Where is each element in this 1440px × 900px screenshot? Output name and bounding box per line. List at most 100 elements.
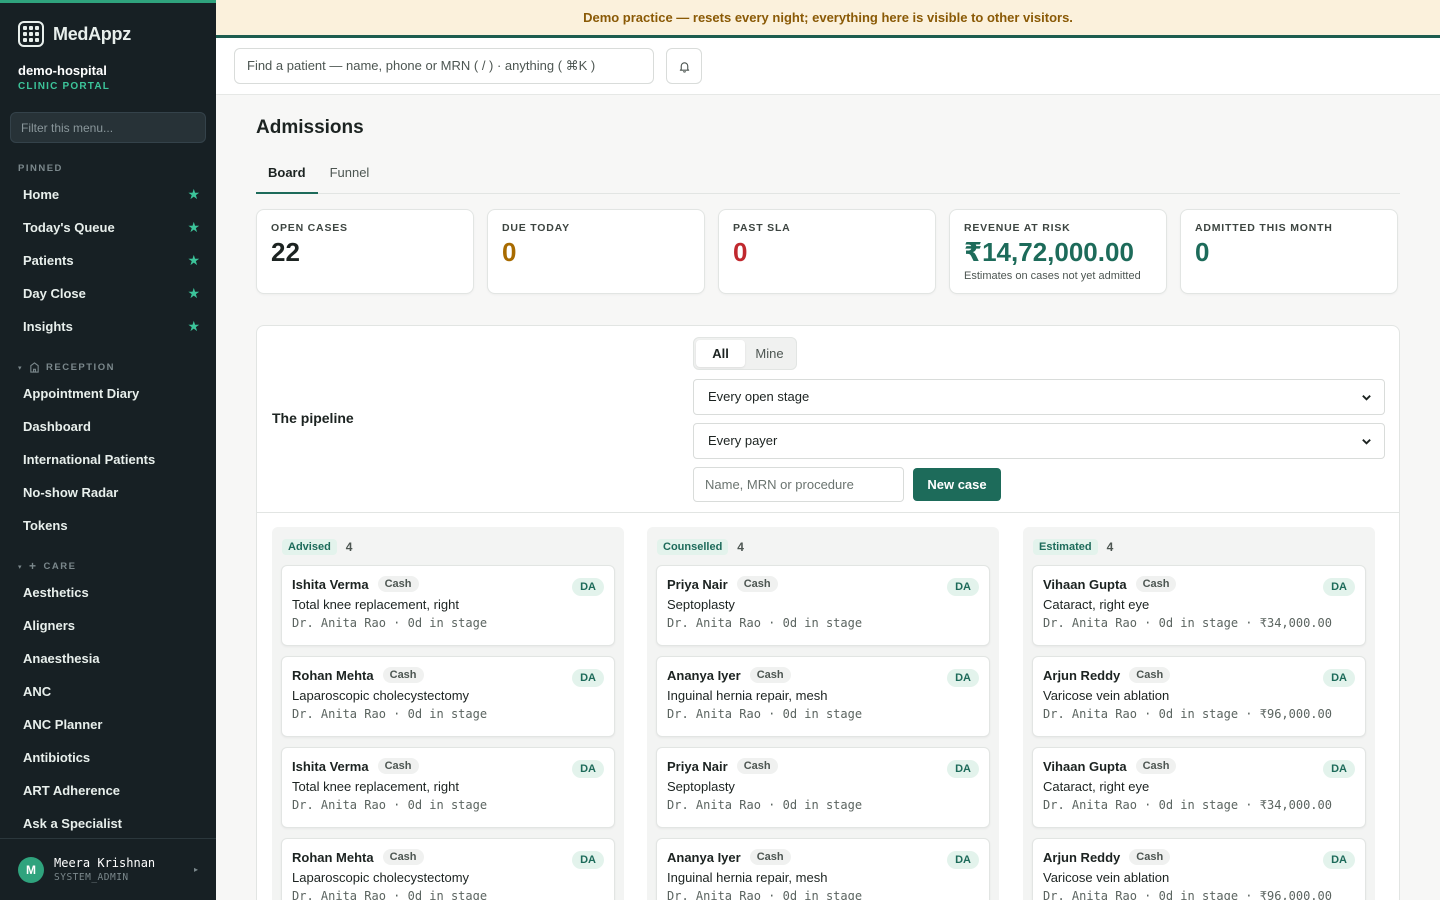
sidebar-item-todays-queue[interactable]: Today's Queue ★ <box>0 211 216 244</box>
case-meta: Dr. Anita Rao · 0d in stage <box>292 798 488 812</box>
stats-row: OPEN CASES 22 DUE TODAY 0 PAST SLA 0 REV… <box>256 209 1400 294</box>
case-card[interactable]: Priya Nair Cash DA Septoplasty Dr. Anita … <box>656 565 990 646</box>
nav-label: Day Close <box>23 286 86 301</box>
sidebar-item-day-close[interactable]: Day Close ★ <box>0 277 216 310</box>
payer-badge: Cash <box>377 576 419 592</box>
stat-value: ₹14,72,000.00 <box>964 237 1134 267</box>
procedure: Cataract, right eye <box>1043 597 1150 612</box>
scope-mine-button[interactable]: Mine <box>745 340 794 367</box>
star-icon[interactable]: ★ <box>187 186 200 203</box>
nav-label: Today's Queue <box>23 220 115 235</box>
case-card[interactable]: Rohan Mehta Cash DA Laparoscopic cholecys… <box>281 838 615 900</box>
payer-badge: Cash <box>377 758 419 774</box>
sidebar-item-insights[interactable]: Insights ★ <box>0 310 216 343</box>
reception-nav: Appointment Diary Dashboard Internationa… <box>0 377 216 542</box>
case-card[interactable]: Arjun Reddy Cash DA Varicose vein ablatio… <box>1032 656 1366 737</box>
sidebar-item-appointment-diary[interactable]: Appointment Diary <box>0 377 216 410</box>
user-menu[interactable]: M Meera Krishnan SYSTEM_ADMIN ▸ <box>0 838 216 900</box>
patient-search-input[interactable]: Find a patient — name, phone or MRN ( / … <box>234 48 654 84</box>
sidebar-item-dashboard[interactable]: Dashboard <box>0 410 216 443</box>
stage-label: Advised <box>282 539 337 555</box>
procedure: Septoplasty <box>667 779 735 794</box>
care-section-toggle[interactable]: ▾ + CARE <box>0 559 216 573</box>
notifications-button[interactable] <box>666 48 702 84</box>
star-icon[interactable]: ★ <box>187 252 200 269</box>
case-card[interactable]: Ananya Iyer Cash DA Inguinal hernia repai… <box>656 656 990 737</box>
owner-badge: DA <box>572 760 604 778</box>
case-card[interactable]: Ananya Iyer Cash DA Inguinal hernia repai… <box>656 838 990 900</box>
payer-badge: Cash <box>1129 849 1171 865</box>
sidebar-item-anc[interactable]: ANC <box>0 675 216 708</box>
case-card[interactable]: Ishita Verma Cash DA Total knee replaceme… <box>281 565 615 646</box>
payer-select[interactable]: Every payer <box>693 423 1385 459</box>
brand[interactable]: MedAppz <box>0 3 216 51</box>
case-card[interactable]: Vihaan Gupta Cash DA Cataract, right eye … <box>1032 565 1366 646</box>
pinned-nav: Home ★ Today's Queue ★ Patients ★ Day Close… <box>0 178 216 343</box>
procedure: Total knee replacement, right <box>292 779 459 794</box>
stat-due-today: DUE TODAY 0 <box>487 209 705 294</box>
case-meta: Dr. Anita Rao · 0d in stage <box>667 798 863 812</box>
tab-board[interactable]: Board <box>256 161 318 194</box>
stage-column-counselled: Counselled 4 Priya Nair Cash DA Septoplas… <box>647 527 999 900</box>
scope-toggle: All Mine <box>693 337 797 370</box>
sidebar-item-home[interactable]: Home ★ <box>0 178 216 211</box>
patient-name: Ananya Iyer <box>667 667 741 683</box>
patient-name: Ananya Iyer <box>667 849 741 865</box>
patient-name: Vihaan Gupta <box>1043 576 1127 592</box>
procedure: Varicose vein ablation <box>1043 688 1170 703</box>
sidebar-item-international-patients[interactable]: International Patients <box>0 443 216 476</box>
sidebar-item-antibiotics[interactable]: Antibiotics <box>0 741 216 774</box>
case-meta: Dr. Anita Rao · 0d in stage <box>667 889 863 900</box>
star-icon[interactable]: ★ <box>187 318 200 335</box>
owner-badge: DA <box>572 851 604 869</box>
owner-badge: DA <box>572 578 604 596</box>
scope-all-button[interactable]: All <box>696 340 745 367</box>
stat-label: DUE TODAY <box>502 222 570 234</box>
sidebar-item-anc-planner[interactable]: ANC Planner <box>0 708 216 741</box>
new-case-button[interactable]: New case <box>913 468 1001 501</box>
stat-label: ADMITTED THIS MONTH <box>1195 222 1333 234</box>
user-info: Meera Krishnan SYSTEM_ADMIN <box>54 856 155 883</box>
stage-select-value: Every open stage <box>708 389 810 404</box>
pipeline-panel: The pipeline All Mine Every open stage E… <box>256 325 1400 900</box>
stage-select[interactable]: Every open stage <box>693 379 1385 415</box>
case-search-input[interactable]: Name, MRN or procedure <box>693 467 904 502</box>
stage-column-estimated: Estimated 4 Vihaan Gupta Cash DA Cataract… <box>1023 527 1375 900</box>
sidebar-item-tokens[interactable]: Tokens <box>0 509 216 542</box>
case-card[interactable]: Ishita Verma Cash DA Total knee replaceme… <box>281 747 615 828</box>
nav-label: ANC Planner <box>23 717 103 732</box>
reception-section-toggle[interactable]: ▾ RECEPTION <box>0 362 216 373</box>
star-icon[interactable]: ★ <box>187 219 200 236</box>
stage-count: 4 <box>737 540 744 554</box>
owner-badge: DA <box>947 851 979 869</box>
case-card[interactable]: Vihaan Gupta Cash DA Cataract, right eye … <box>1032 747 1366 828</box>
patient-name: Priya Nair <box>667 758 728 774</box>
payer-badge: Cash <box>382 667 424 683</box>
user-name: Meera Krishnan <box>54 856 156 870</box>
case-card[interactable]: Rohan Mehta Cash DA Laparoscopic cholecys… <box>281 656 615 737</box>
sidebar-item-anaesthesia[interactable]: Anaesthesia <box>0 642 216 675</box>
sidebar-item-aligners[interactable]: Aligners <box>0 609 216 642</box>
demo-banner-text: Demo practice — resets every night; ever… <box>583 10 1073 25</box>
nav-label: Ask a Specialist <box>23 816 122 831</box>
sidebar-item-art-adherence[interactable]: ART Adherence <box>0 774 216 807</box>
sidebar-item-aesthetics[interactable]: Aesthetics <box>0 576 216 609</box>
sidebar-item-patients[interactable]: Patients ★ <box>0 244 216 277</box>
tab-funnel[interactable]: Funnel <box>318 161 382 194</box>
demo-banner: Demo practice — resets every night; ever… <box>216 0 1440 38</box>
sidebar-item-ask-a-specialist[interactable]: Ask a Specialist <box>0 807 216 840</box>
payer-badge: Cash <box>1129 667 1171 683</box>
case-card[interactable]: Arjun Reddy Cash DA Varicose vein ablatio… <box>1032 838 1366 900</box>
stage-count: 4 <box>1106 540 1114 554</box>
column-header: Estimated 4 <box>1032 539 1366 555</box>
menu-filter-input[interactable]: Filter this menu... <box>10 112 206 143</box>
caret-down-icon: ▾ <box>18 563 24 571</box>
care-label: CARE <box>43 561 77 572</box>
case-meta: Dr. Anita Rao · 0d in stage · ₹34,000.00 <box>1043 798 1332 812</box>
sidebar-item-no-show-radar[interactable]: No-show Radar <box>0 476 216 509</box>
star-icon[interactable]: ★ <box>187 285 200 302</box>
payer-badge: Cash <box>736 758 778 774</box>
case-card[interactable]: Priya Nair Cash DA Septoplasty Dr. Anita … <box>656 747 990 828</box>
pipeline-title: The pipeline <box>272 410 354 426</box>
plus-icon: + <box>29 559 38 573</box>
